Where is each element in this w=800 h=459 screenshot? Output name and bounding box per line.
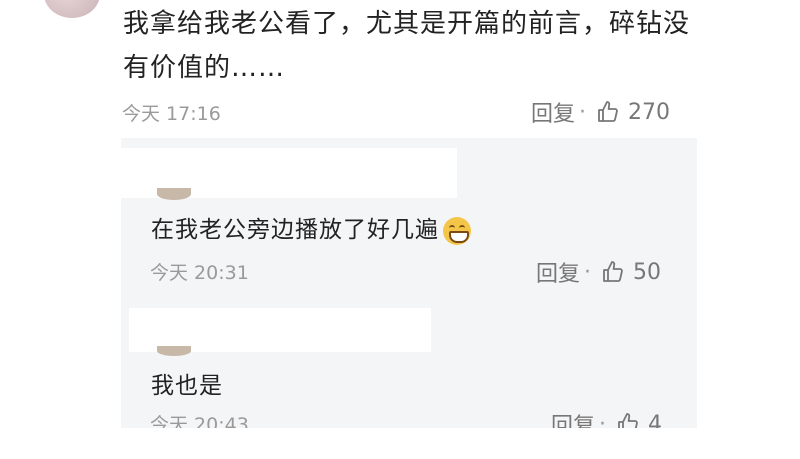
separator-dot: · bbox=[599, 411, 607, 429]
comment-time: 今天 17:16 bbox=[122, 103, 221, 125]
reply-reply-button[interactable]: 回复 bbox=[536, 256, 580, 288]
reply-item: 在我老公旁边播放了好几遍 bbox=[151, 210, 471, 245]
comment-reply-button[interactable]: 回复 bbox=[531, 96, 575, 128]
commenter-avatar[interactable] bbox=[44, 0, 100, 18]
thumbs-up-icon[interactable] bbox=[601, 260, 625, 284]
reply-thread: 在我老公旁边播放了好几遍 今天 20:31 回复 · 50 我也是 今天 20:… bbox=[121, 138, 697, 428]
reply-actions: 回复 · 4 bbox=[551, 408, 662, 428]
separator-dot: · bbox=[584, 259, 592, 285]
comment-actions: 回复 · 270 bbox=[531, 96, 670, 128]
reply-actions: 回复 · 50 bbox=[536, 256, 661, 288]
reply-text: 在我老公旁边播放了好几遍 bbox=[151, 217, 439, 243]
reply-time: 今天 20:31 bbox=[150, 262, 249, 284]
reply-avatar[interactable] bbox=[157, 346, 191, 356]
reply-avatar[interactable] bbox=[157, 188, 191, 200]
comment-text: 我拿给我老公看了，尤其是开篇的前言，碎钻没有价值的…… bbox=[123, 9, 691, 83]
reply-text: 我也是 bbox=[151, 373, 223, 399]
reply-like-count: 50 bbox=[633, 259, 662, 285]
reply-item: 我也是 bbox=[151, 366, 223, 400]
reply-time: 今天 20:43 bbox=[150, 414, 249, 428]
thumbs-up-icon[interactable] bbox=[596, 100, 620, 124]
separator-dot: · bbox=[579, 99, 587, 125]
thumbs-up-icon[interactable] bbox=[616, 412, 640, 428]
grinning-face-icon bbox=[443, 216, 471, 245]
reply-like-count: 4 bbox=[648, 411, 663, 429]
comment-like-count: 270 bbox=[628, 99, 671, 125]
reply-reply-button[interactable]: 回复 bbox=[551, 408, 595, 428]
